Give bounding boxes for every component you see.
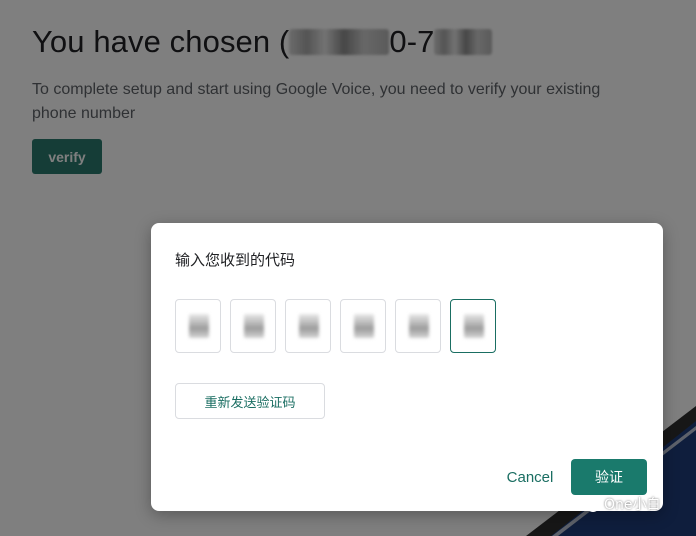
code-input-5[interactable] [395, 299, 441, 353]
code-input-1[interactable] [175, 299, 221, 353]
resend-code-button[interactable]: 重新发送验证码 [175, 383, 325, 419]
redacted-digit [464, 314, 484, 338]
code-input-6[interactable] [450, 299, 496, 353]
code-input-4[interactable] [340, 299, 386, 353]
redacted-digit [354, 314, 374, 338]
code-input-3[interactable] [285, 299, 331, 353]
redacted-digit [409, 314, 429, 338]
code-input-row [175, 299, 496, 353]
wechat-icon [578, 495, 600, 513]
redacted-digit [244, 314, 264, 338]
verification-dialog: 输入您收到的代码 重新发送验证码 Cancel 验证 [151, 223, 663, 511]
redacted-digit [299, 314, 319, 338]
watermark-text: One小白 [604, 497, 661, 513]
redacted-digit [189, 314, 209, 338]
confirm-verify-button[interactable]: 验证 [571, 459, 647, 495]
code-input-2[interactable] [230, 299, 276, 353]
cancel-button[interactable]: Cancel [499, 462, 561, 492]
watermark: One小白 [578, 494, 661, 514]
dialog-title: 输入您收到的代码 [175, 251, 296, 269]
